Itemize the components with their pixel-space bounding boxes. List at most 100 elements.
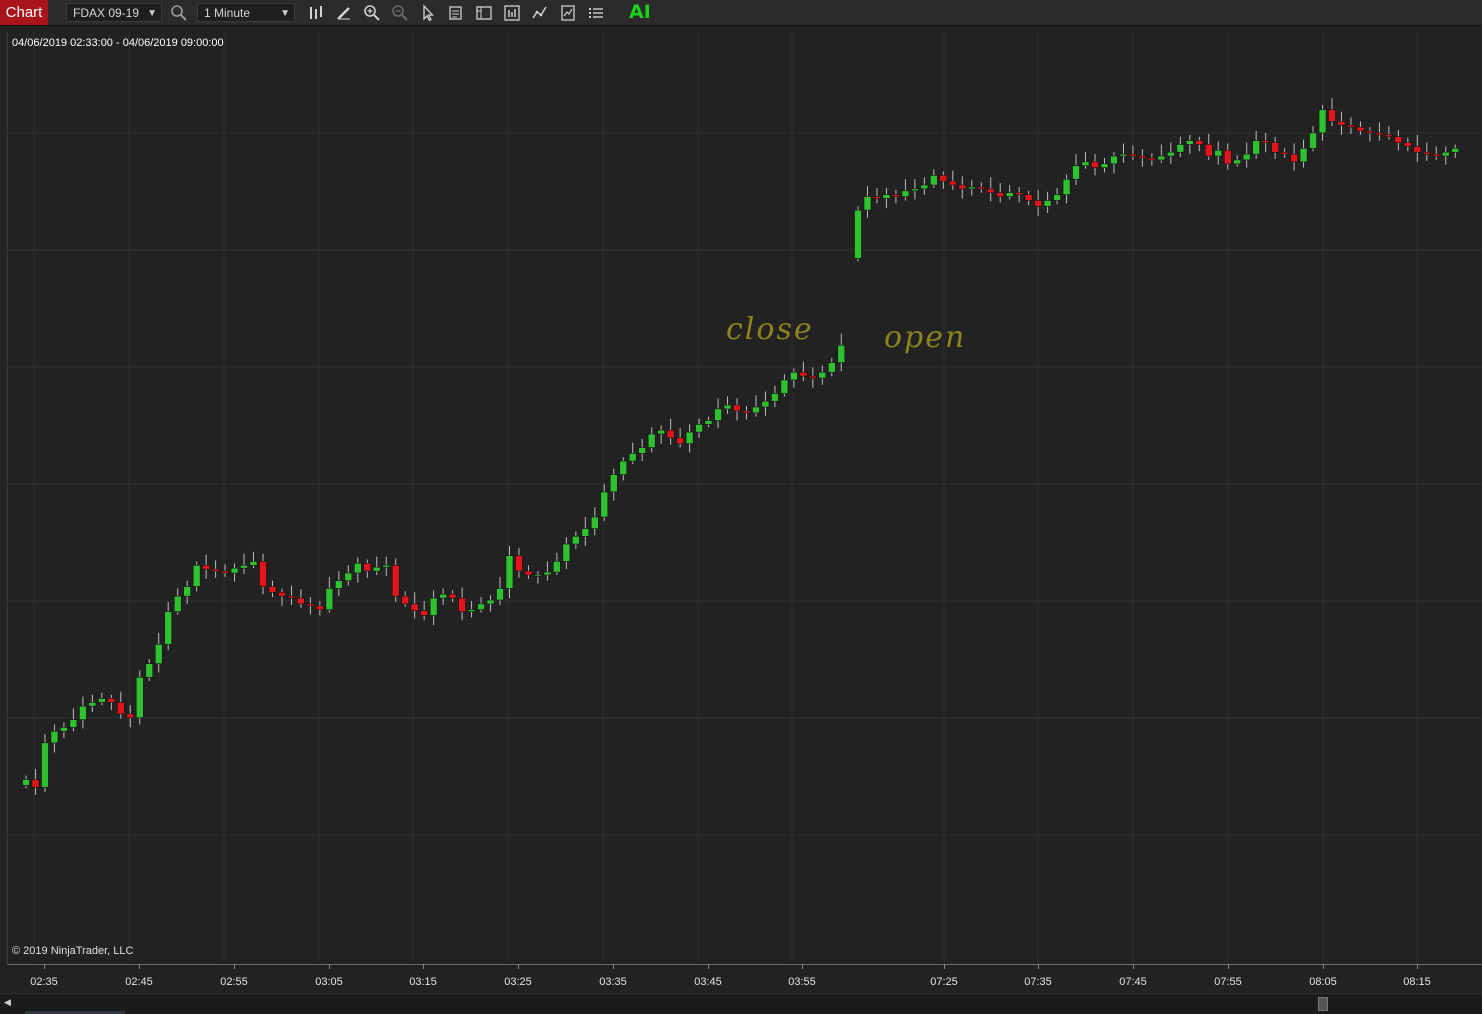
candle-body [306,603,315,607]
time-axis-tick [518,964,519,969]
candle-body [60,727,68,732]
candle-body [117,702,125,715]
candle-body [297,597,305,605]
candle-body [685,431,694,444]
candle-body [1034,200,1042,207]
candle-body [1138,155,1147,159]
candle-body [1005,192,1014,197]
candle-body [863,196,872,211]
candle-body [353,563,362,574]
annotation-open[interactable]: open [884,320,966,355]
candle-body [1043,200,1052,207]
horizontal-scrollbar[interactable]: ◀ [0,993,1482,1014]
candle-body [948,180,957,186]
candle-body [88,702,97,707]
time-axis-tick-label: 07:45 [1119,976,1147,988]
candle-body [1129,153,1137,157]
time-axis-tick [1133,964,1134,969]
candle-body [882,194,891,199]
candle-body [1385,134,1393,138]
time-axis-tick [139,964,140,969]
price-chart[interactable] [0,0,1482,1013]
candle-body [1195,140,1204,145]
candle-body [1252,140,1260,155]
candle-body [1271,142,1279,153]
candle-body [1432,153,1441,157]
candle-body [809,375,817,379]
candle-body [202,564,210,570]
candle-body [534,574,542,577]
candle-body [1413,146,1422,153]
candle-body [854,209,862,259]
candle-body [287,595,296,599]
candle-body [790,371,798,381]
candle-body [1062,178,1071,195]
candle-body [600,491,609,518]
candle-body [69,719,78,728]
candle-body [837,344,846,363]
time-axis-tick-label: 02:35 [30,976,58,988]
scroll-left-arrow-icon[interactable]: ◀ [4,997,16,1011]
scroll-thumb[interactable] [1318,997,1328,1011]
candle-body [1375,132,1384,136]
candle-body [1347,124,1355,128]
candle-body [986,188,995,194]
candle-body [958,184,967,190]
candle-body [647,433,656,448]
candle-body [1053,194,1061,201]
time-axis-tick [802,964,803,969]
candle-body [192,564,201,587]
candle-body [723,404,732,410]
candle-body [638,447,647,454]
candle-body [164,611,172,645]
candle-body [524,570,533,576]
candle-body [268,586,277,593]
candle-body [581,528,590,537]
candle-body [31,779,40,788]
candle-body [1366,130,1374,134]
candle-body [335,580,343,589]
candle-body [704,420,713,425]
candle-body [221,570,229,574]
candle-body [742,410,751,414]
candle-body [553,561,561,573]
candle-body [1072,165,1080,180]
candle-body [752,406,760,414]
candle-body [873,196,881,199]
candle-body [515,555,523,572]
candle-body [1404,142,1412,147]
time-axis-tick [1323,964,1324,969]
candle-body [1318,109,1327,134]
candle-body [967,186,976,190]
candle-body [1290,153,1298,163]
candle-body [107,698,116,703]
time-axis-tick-label: 03:05 [315,976,343,988]
time-axis-tick-label: 02:55 [220,976,248,988]
annotation-close[interactable]: close [726,312,814,347]
candle-body [1119,153,1128,157]
candle-body [1024,194,1033,201]
candle-body [1423,151,1431,155]
candle-body [372,566,381,572]
candle-body [892,194,900,197]
time-axis-tick [423,964,424,969]
candle-body [344,572,353,582]
candle-body [325,588,334,610]
candle-body [230,567,239,574]
candle-body [996,192,1005,197]
candle-body [609,474,618,493]
time-axis-tick-label: 07:25 [930,976,958,988]
time-axis-tick [1417,964,1418,969]
time-axis-tick-label: 07:35 [1024,976,1052,988]
candle-body [780,379,789,394]
candle-body [448,593,457,599]
candle-body [79,705,87,720]
candle-body [1451,148,1460,153]
time-axis-tick [234,964,235,969]
candle-body [818,371,827,379]
time-axis-tick-label: 03:45 [694,976,722,988]
time-axis-tick [1228,964,1229,969]
candle-body [391,564,400,597]
time-axis-tick-label: 03:35 [599,976,627,988]
candle-body [1186,140,1194,145]
